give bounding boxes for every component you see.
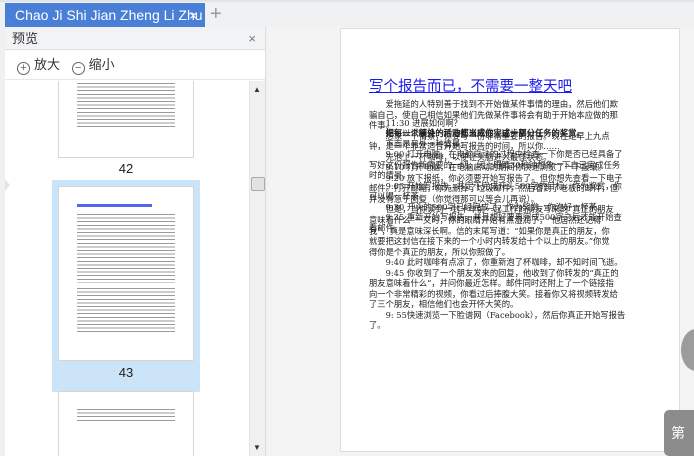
thumbnail-list: 42 43 [5,81,249,456]
text-line: 了三个朋友，相信他们也会开怀大笑的。 [369,299,519,310]
text-line: 9:40 此时咖啡有点凉了，你重新泡了杯咖啡，却不知时间飞逝。 [369,257,623,268]
document-page: 写个报告而已，不需要一整天吧 爱拖延的人特别善于找到不开始做某件事情的理由，然后… [340,28,680,452]
thumbnail-title [77,204,152,207]
document-view: 写个报告而已，不需要一整天吧 爱拖延的人特别善于找到不开始做某件事情的理由，然后… [267,27,694,456]
zoom-out-label: 缩小 [88,57,115,72]
close-preview-icon[interactable]: × [248,27,256,50]
page-thumbnail-42[interactable] [58,81,194,158]
text-line: 写好这份报告所需要的一切。闭上眼睛30秒钟想象一下自己完成任务 [369,159,621,170]
text-line: 9: 55快速浏览一下脸谱网（Facebook），然后你真正开始写报告 [369,309,626,320]
tab-title: Chao Ji Shi Jian Zheng Li Zhu [15,7,203,23]
text-line: 就要把这封信在接下来的一个小时内转发给十个以上的朋友。”你觉 [369,236,610,247]
zoom-in-label: 放大 [34,57,61,72]
preview-header: 预览 × [5,27,265,50]
scrollbar-thumb[interactable] [251,177,265,191]
new-tab-button[interactable]: + [210,2,222,27]
text-line: 9:00 打开电脑，在电脑启动的过程中检查一下你是否已经具备了 [369,149,623,160]
zoom-in-button[interactable]: + 放大 [17,57,64,75]
page-number-43: 43 [118,365,134,380]
text-line: 爱拖延的人特别善于找到不开始做某件事情的理由，然后他们欺 [369,99,618,109]
text-line: 朋友意味着什么”，并问你最近怎样。邮件同时还附上了一个链接指 [369,278,614,289]
page-thumbnail-43[interactable] [58,186,194,361]
zoom-toolbar: + 放大 − 缩小 [5,50,265,80]
text-line: 我”，真是意味深长啊。信的末尾写道：“如果你是真正的朋友，你 [369,225,610,236]
text-line: 了。 [369,320,386,331]
scroll-up-arrow-icon[interactable]: ▲ [253,85,261,94]
text-line: 9:03 开始写报告，并定下完成开头500字的目标，作为奖赏，你 [369,180,622,191]
text-line: 得你是个真正的朋友，所以你照做了。 [369,246,511,257]
zoom-out-button[interactable]: − 缩小 [71,57,119,75]
zoom-in-icon: + [17,62,30,75]
panel-notch [5,179,10,191]
preview-title: 预览 [12,31,39,46]
text-line: 9:30 开头的500字已经完成了，作为奖赏，你泡好一杯茶。 [369,201,606,212]
text-line: 9:45 你收到了一个朋友发来的回复，他收到了你转发的“真正的 [369,267,619,278]
tab-bar: Chao Ji Shi Jian Zheng Li Zhu × + [0,0,694,28]
chapter-title-link[interactable]: 写个报告而已，不需要一整天吧 [369,75,572,96]
zoom-out-icon: − [71,62,85,75]
text-line: 9:35 重新开始写报告，并且想好要再完成500字之后才能开始查 [369,212,622,223]
close-tab-icon[interactable]: × [189,3,197,28]
thumbnail-scrollbar[interactable]: ▲ ▼ [249,81,265,456]
page-body: 爱拖延的人特别善于找到不开始做某件事情的理由，然后他们欺 骗自己，使自己相信如果他… [369,99,625,330]
page-jump-button[interactable]: 第 [664,410,694,456]
text-line: 向一个非常精彩的视频，你看过后捧腹大笑。接着你又将视频转发给 [369,288,618,299]
page-number-42: 42 [118,161,134,176]
scroll-down-arrow-icon[interactable]: ▼ [253,443,261,452]
preview-panel: 预览 × + 放大 − 缩小 42 43 ▲ ▼ [5,27,266,456]
document-tab[interactable]: Chao Ji Shi Jian Zheng Li Zhu × [5,3,205,28]
page-thumbnail-44[interactable] [58,391,194,456]
